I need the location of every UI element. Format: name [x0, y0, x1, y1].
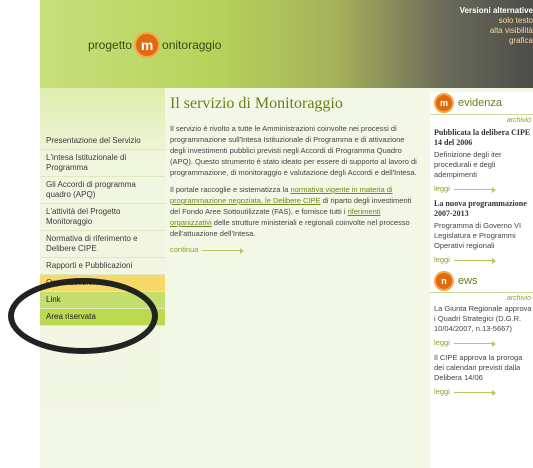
arrow-right-icon: [453, 389, 496, 396]
evidenza-heading: evidenza: [458, 97, 503, 109]
news-logo-icon: n: [434, 271, 454, 291]
evidenza-item-title[interactable]: La nuova programmazione 2007-2013: [434, 199, 533, 219]
sidebar: Presentazione del Servizio L'intesa Isti…: [40, 88, 165, 468]
evidenza-header: m evidenza: [430, 92, 533, 115]
continua-label: continua: [170, 245, 199, 254]
news-item-text[interactable]: Il CIPE approva la proroga dei calendari…: [434, 353, 533, 383]
sidebar-item-accordi[interactable]: Gli Accordi di programma quadro (APQ): [40, 177, 165, 204]
site-logo[interactable]: progetto m onitoraggio: [88, 32, 221, 58]
alt-versions-title: Versioni alternative: [459, 6, 533, 15]
logo-text-left: progetto: [88, 38, 133, 52]
news-item-text[interactable]: La Giunta Regionale approva i Quadri Str…: [434, 304, 533, 334]
alternative-versions: Versioni alternative solo testo alta vis…: [460, 6, 533, 46]
page: progetto m onitoraggio Versioni alternat…: [40, 0, 533, 468]
alt-version-high-visibility[interactable]: alta visibilità: [460, 26, 533, 36]
sidebar-item-normativa[interactable]: Normativa di riferimento e Delibere CIPE: [40, 231, 165, 258]
portal-paragraph: Il portale raccoglie e sistematizza la n…: [170, 184, 420, 239]
logo-mark-icon: m: [134, 32, 161, 58]
main-content: Il servizio di Monitoraggio Il servizio …: [170, 95, 420, 254]
leggi-label: leggi: [434, 338, 450, 347]
sidebar-item-intesa[interactable]: L'intesa Istituzionale di Programma: [40, 150, 165, 177]
news-heading: ews: [458, 275, 478, 287]
right-column: m evidenza archivio Pubblicata la delibe…: [430, 92, 533, 468]
continua-link[interactable]: continua: [170, 245, 420, 254]
news-header: n ews: [430, 270, 533, 293]
leggi-link[interactable]: leggi: [434, 387, 533, 396]
evidenza-item-text: Definizione degli iter procedurali e deg…: [434, 150, 502, 179]
leggi-link[interactable]: leggi: [434, 184, 533, 193]
logo-text-right: onitoraggio: [162, 38, 222, 52]
alt-version-text-only[interactable]: solo testo: [460, 16, 533, 26]
alt-version-graphic[interactable]: grafica: [460, 36, 533, 46]
intro-paragraph: Il servizio è rivolto a tutte le Amminis…: [170, 124, 417, 177]
leggi-label: leggi: [434, 387, 450, 396]
header: progetto m onitoraggio Versioni alternat…: [40, 0, 533, 88]
sidebar-item-presentazione[interactable]: Presentazione del Servizio: [40, 133, 165, 150]
arrow-right-icon: [202, 247, 245, 254]
portal-text-a: Il portale raccoglie e sistematizza la: [170, 185, 291, 194]
leggi-link[interactable]: leggi: [434, 255, 533, 264]
evidenza-logo-icon: m: [434, 93, 454, 113]
sidebar-item-rapporti[interactable]: Rapporti e Pubblicazioni: [40, 258, 165, 275]
leggi-label: leggi: [434, 255, 450, 264]
news-archivio-link[interactable]: archivio: [430, 293, 533, 304]
evidenza-item-text: Programma di Governo VI Legislatura e Pr…: [434, 221, 522, 250]
evidenza-archivio-link[interactable]: archivio: [430, 115, 533, 126]
arrow-right-icon: [453, 340, 496, 347]
leggi-link[interactable]: leggi: [434, 338, 533, 347]
annotation-circle: [8, 278, 158, 354]
arrow-right-icon: [453, 257, 496, 264]
evidenza-item-title[interactable]: Pubblicata la delibera CIPE 14 del 2006: [434, 128, 533, 148]
page-title: Il servizio di Monitoraggio: [170, 95, 343, 112]
leggi-label: leggi: [434, 184, 450, 193]
sidebar-item-attivita[interactable]: L'attività del Progetto Monitoraggio: [40, 204, 165, 231]
arrow-right-icon: [453, 186, 496, 193]
